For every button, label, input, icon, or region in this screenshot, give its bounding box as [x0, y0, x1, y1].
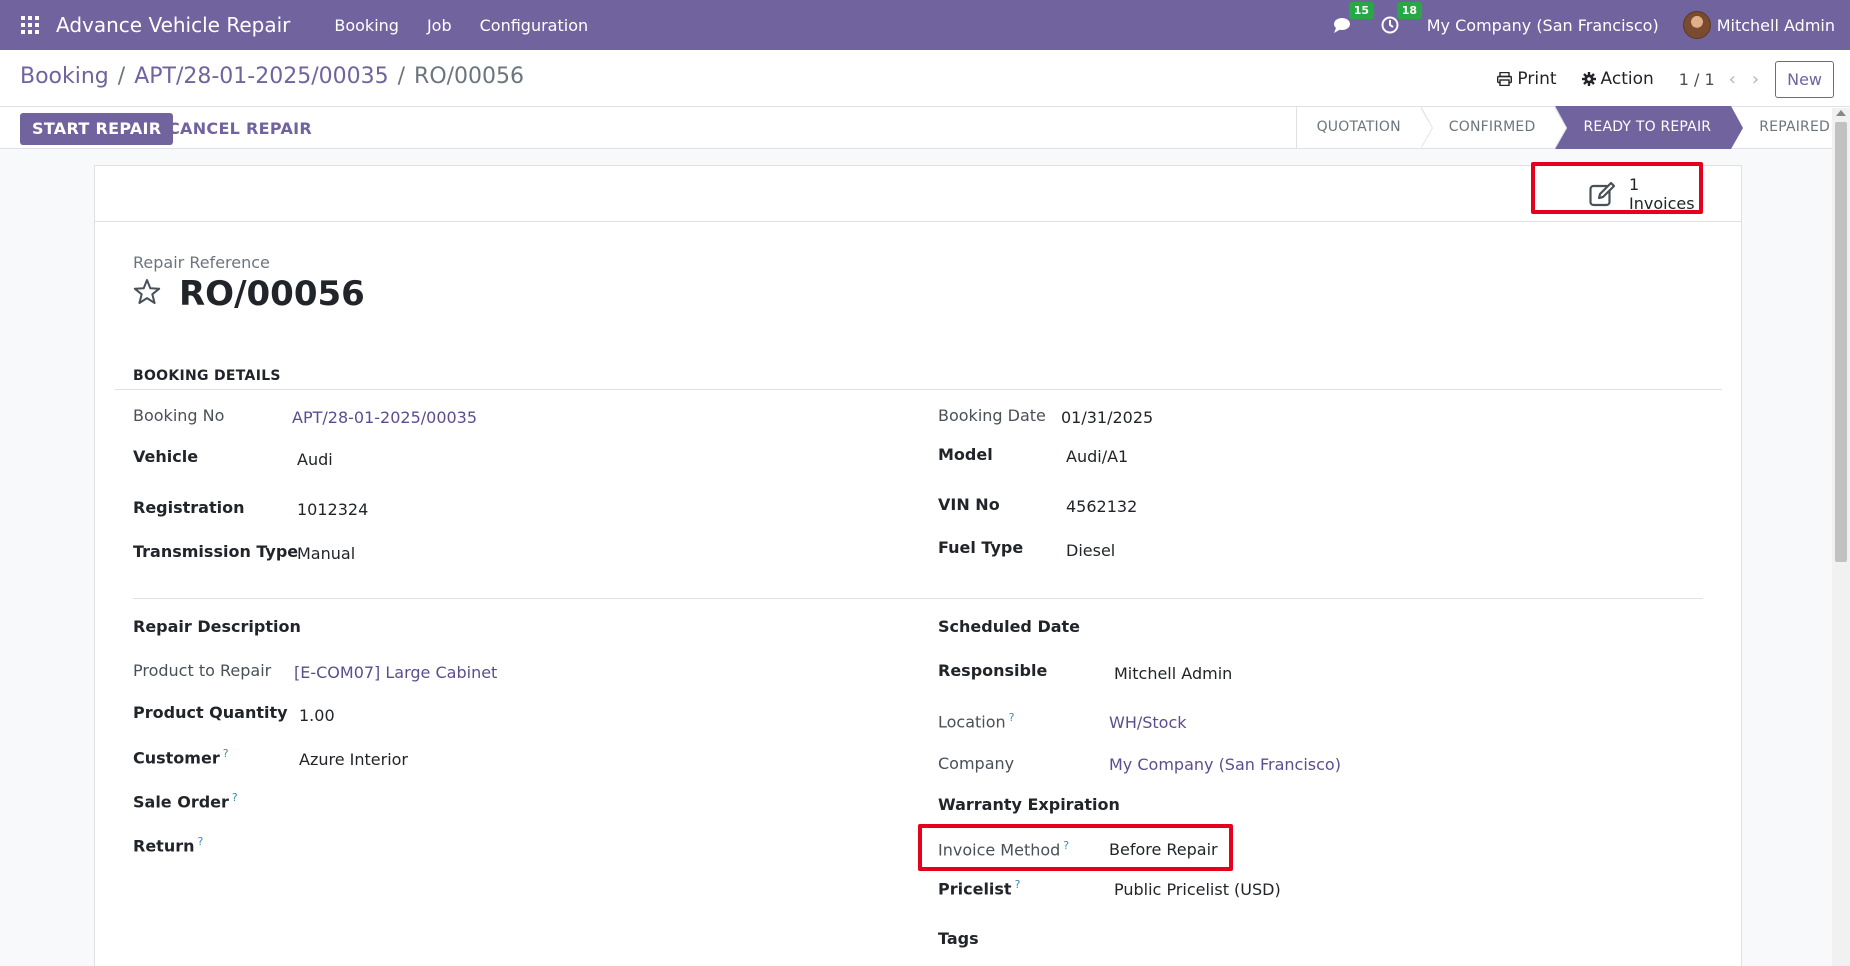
avatar: [1682, 11, 1711, 39]
vehicle-label: Vehicle: [133, 447, 199, 466]
status-bar: QUOTATION CONFIRMED READY TO REPAIR REPA…: [1295, 106, 1850, 149]
cancel-repair-button[interactable]: CANCEL REPAIR: [168, 113, 312, 145]
breadcrumb-separator: /: [117, 64, 126, 89]
control-panel: Booking / APT/28-01-2025/00035 / RO/0005…: [0, 50, 1850, 149]
pager-value[interactable]: 1 / 1: [1679, 70, 1715, 89]
start-repair-button[interactable]: START REPAIR: [20, 113, 174, 145]
breadcrumb-current: RO/00056: [414, 64, 525, 89]
location-link[interactable]: WH/Stock: [1109, 713, 1187, 732]
booking-no-link[interactable]: APT/28-01-2025/00035: [292, 408, 477, 427]
product-to-repair-link[interactable]: [E-COM07] Large Cabinet: [294, 663, 497, 682]
stage-confirmed[interactable]: CONFIRMED: [1421, 106, 1568, 149]
scrollbar-thumb[interactable]: [1835, 122, 1847, 562]
return-label: Return?: [133, 835, 204, 856]
model-field[interactable]: Audi/A1: [1066, 447, 1128, 466]
control-panel-actions: Print Action 1 / 1 ‹ › New: [1497, 60, 1850, 98]
repair-description-label: Repair Description: [133, 617, 301, 636]
gear-icon: [1581, 72, 1596, 86]
form-sheet: 1 Invoices Repair Reference RO/00056 BOO…: [94, 162, 1742, 966]
pager-previous-icon[interactable]: ‹: [1729, 69, 1736, 90]
registration-label: Registration: [133, 498, 245, 517]
menu-item-job[interactable]: Job: [413, 16, 466, 35]
activities-button[interactable]: 18: [1381, 2, 1423, 34]
product-to-repair-label: Product to Repair: [133, 661, 272, 680]
breadcrumb-parent[interactable]: APT/28-01-2025/00035: [134, 64, 388, 89]
new-button[interactable]: New: [1775, 60, 1834, 98]
highlight-box-invoices: [1531, 162, 1703, 214]
vehicle-field[interactable]: Audi: [297, 450, 333, 469]
print-label: Print: [1517, 69, 1557, 89]
booking-date-field[interactable]: 01/31/2025: [1061, 408, 1153, 427]
sale-order-label: Sale Order?: [133, 791, 238, 812]
company-switcher[interactable]: My Company (San Francisco): [1427, 16, 1659, 35]
stage-ready-to-repair[interactable]: READY TO REPAIR: [1555, 106, 1744, 149]
clock-icon: [1381, 16, 1399, 34]
scroll-up-arrow-icon[interactable]: [1836, 110, 1846, 116]
transmission-label: Transmission Type: [133, 542, 299, 561]
apps-menu-icon[interactable]: [21, 15, 41, 35]
smart-button-box: 1 Invoices: [95, 166, 1741, 222]
user-name: Mitchell Admin: [1716, 15, 1835, 35]
star-icon[interactable]: [133, 278, 161, 306]
product-quantity-field[interactable]: 1.00: [299, 706, 335, 725]
responsible-label: Responsible: [938, 661, 1048, 680]
vin-field[interactable]: 4562132: [1066, 497, 1137, 516]
top-navbar: Advance Vehicle Repair Booking Job Confi…: [0, 0, 1850, 50]
section-title-booking-details: BOOKING DETAILS: [133, 368, 281, 384]
product-quantity-label: Product Quantity: [133, 703, 288, 722]
app-name[interactable]: Advance Vehicle Repair: [56, 13, 290, 37]
pricelist-field[interactable]: Public Pricelist (USD): [1114, 880, 1281, 899]
company-label: Company: [938, 754, 1015, 773]
warranty-expiration-label: Warranty Expiration: [938, 795, 1120, 814]
highlight-box-invoice-method: [918, 824, 1233, 871]
booking-no-label: Booking No: [133, 406, 225, 425]
action-button[interactable]: Action: [1581, 69, 1654, 89]
action-label: Action: [1600, 69, 1654, 89]
registration-field[interactable]: 1012324: [297, 500, 368, 519]
menu-item-configuration[interactable]: Configuration: [466, 16, 603, 35]
fuel-type-field[interactable]: Diesel: [1066, 541, 1115, 560]
pricelist-label: Pricelist?: [938, 878, 1021, 899]
print-button[interactable]: Print: [1497, 69, 1557, 89]
breadcrumb: Booking / APT/28-01-2025/00035 / RO/0005…: [20, 64, 524, 89]
print-icon: [1497, 72, 1513, 86]
customer-label: Customer?: [133, 747, 229, 768]
company-link[interactable]: My Company (San Francisco): [1109, 755, 1341, 774]
vin-label: VIN No: [938, 495, 1000, 514]
location-label: Location?: [938, 711, 1015, 732]
help-tooltip-icon[interactable]: ?: [232, 791, 238, 804]
page-scrollbar[interactable]: [1832, 108, 1850, 966]
systray: 15 18 My Company (San Francisco) Mitchel…: [1333, 0, 1850, 50]
breadcrumb-booking[interactable]: Booking: [20, 64, 109, 89]
booking-date-label: Booking Date: [938, 406, 1046, 425]
transmission-field[interactable]: Manual: [297, 544, 355, 563]
main-menu: Booking Job Configuration: [320, 16, 602, 35]
help-tooltip-icon[interactable]: ?: [223, 747, 229, 760]
breadcrumb-separator: /: [397, 64, 406, 89]
model-label: Model: [938, 445, 993, 464]
repair-reference-value: RO/00056: [179, 274, 365, 314]
activities-count-badge: 18: [1396, 2, 1423, 19]
messages-count-badge: 15: [1348, 2, 1375, 19]
repair-reference-label: Repair Reference: [133, 253, 270, 272]
help-tooltip-icon[interactable]: ?: [1015, 878, 1021, 891]
messages-button[interactable]: 15: [1333, 2, 1375, 34]
pager-next-icon[interactable]: ›: [1752, 69, 1759, 90]
section-divider: [133, 598, 1703, 599]
help-tooltip-icon[interactable]: ?: [1009, 711, 1015, 724]
responsible-field[interactable]: Mitchell Admin: [1114, 664, 1232, 683]
help-tooltip-icon[interactable]: ?: [198, 835, 204, 848]
user-menu[interactable]: Mitchell Admin: [1682, 11, 1835, 39]
menu-item-booking[interactable]: Booking: [320, 16, 413, 35]
tags-label: Tags: [938, 929, 979, 948]
fuel-type-label: Fuel Type: [938, 538, 1024, 557]
stage-quotation[interactable]: QUOTATION: [1297, 106, 1433, 149]
section-divider: [115, 389, 1722, 390]
customer-field[interactable]: Azure Interior: [299, 750, 408, 769]
scheduled-date-label: Scheduled Date: [938, 617, 1081, 636]
